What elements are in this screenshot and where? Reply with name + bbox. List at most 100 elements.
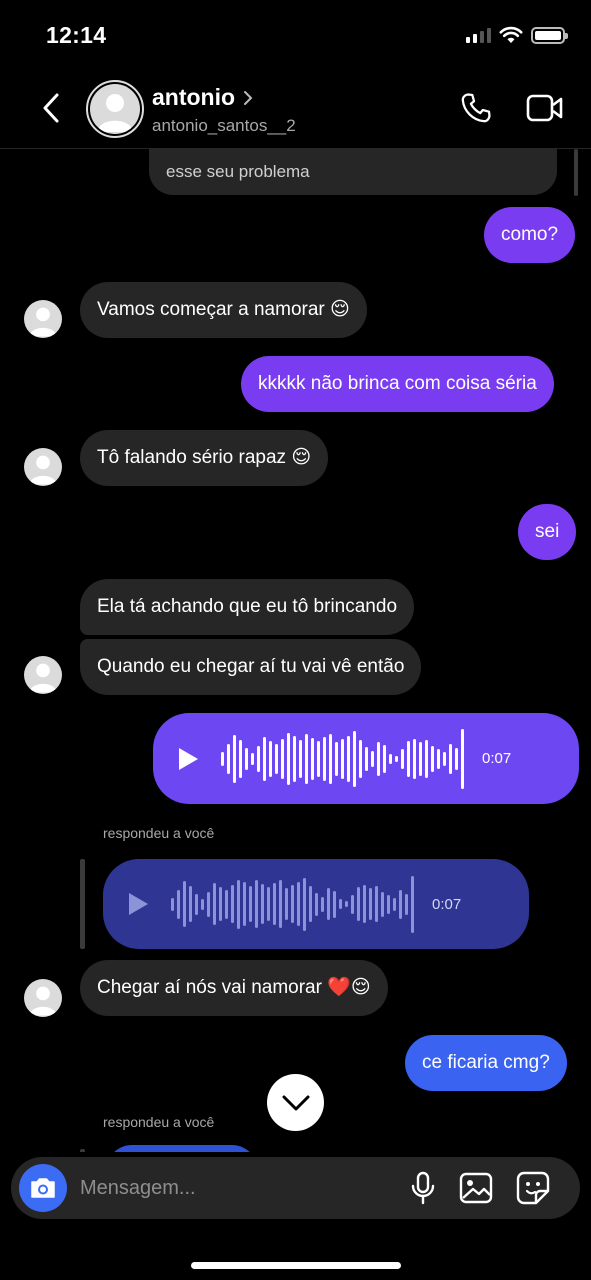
message-thread[interactable]: esse seu problema como? Vamos começar a …	[0, 149, 591, 1152]
waveform-bar	[263, 736, 266, 781]
voice-call-button[interactable]	[456, 88, 496, 128]
message-input[interactable]	[80, 1157, 380, 1219]
waveform-bar	[177, 889, 180, 919]
contact-username: antonio_santos__2	[152, 116, 296, 135]
quoted-voice-message[interactable]: 0:07	[103, 859, 529, 949]
waveform-bar	[359, 739, 362, 778]
waveform-bar	[389, 753, 392, 764]
message-incoming[interactable]: Quando eu chegar aí tu vai vê então	[80, 639, 422, 695]
waveform-bar	[183, 881, 186, 927]
play-button[interactable]	[173, 744, 203, 774]
play-button[interactable]	[123, 889, 153, 919]
sender-avatar	[24, 656, 62, 694]
waveform-bar	[357, 887, 360, 921]
waveform-bar	[419, 741, 422, 776]
waveform-bar	[351, 894, 354, 914]
phone-icon	[461, 93, 491, 123]
waveform-bar	[279, 880, 282, 928]
message-incoming[interactable]: Vamos começar a namorar 😌	[80, 282, 367, 338]
cellular-signal-icon	[466, 27, 491, 43]
waveform-bar	[333, 890, 336, 918]
replied-to-you-label: respondeu a você	[103, 825, 215, 841]
waveform-bar	[257, 745, 260, 772]
waveform-bar	[201, 898, 204, 910]
waveform-bar	[347, 735, 350, 782]
waveform-bar	[431, 745, 434, 772]
profile-avatar[interactable]	[86, 80, 144, 138]
waveform-bar	[239, 739, 242, 778]
waveform-bar	[227, 743, 230, 774]
voice-duration: 0:07	[432, 895, 462, 913]
waveform-bar	[345, 901, 348, 907]
waveform-bar	[309, 886, 312, 922]
home-indicator[interactable]	[191, 1262, 401, 1269]
message-incoming[interactable]: Tô falando sério rapaz 😌	[80, 430, 329, 486]
waveform-bar	[303, 877, 306, 931]
message-outgoing[interactable]: kkkkk não brinca com coisa séria	[241, 356, 554, 412]
audio-waveform[interactable]	[221, 728, 464, 789]
waveform-bar	[267, 887, 270, 921]
sender-avatar	[24, 448, 62, 486]
waveform-bar	[269, 740, 272, 777]
voice-record-button[interactable]	[406, 1171, 440, 1205]
waveform-bar	[317, 740, 320, 777]
waveform-bar	[207, 891, 210, 917]
waveform-bar	[315, 892, 318, 916]
waveform-bar	[407, 740, 410, 777]
waveform-bar	[281, 738, 284, 779]
waveform-bar	[189, 886, 192, 922]
waveform-bar	[341, 738, 344, 779]
message-incoming[interactable]: Chegar aí nós vai namorar ❤️😌	[80, 960, 388, 1016]
sticker-icon	[516, 1171, 550, 1205]
voice-duration: 0:07	[482, 750, 512, 767]
video-call-button[interactable]	[524, 88, 566, 128]
waveform-bar	[369, 888, 372, 920]
voice-message-outgoing[interactable]: 0:07	[153, 713, 579, 804]
waveform-bar	[237, 879, 240, 929]
waveform-bar	[245, 747, 248, 770]
default-avatar-icon	[90, 84, 140, 134]
waveform-bar	[285, 888, 288, 920]
waveform-bar	[437, 748, 440, 769]
waveform-bar	[249, 886, 252, 922]
waveform-bar	[393, 897, 396, 911]
sender-avatar	[24, 300, 62, 338]
message-outgoing[interactable]: como?	[484, 207, 576, 263]
camera-button[interactable]	[19, 1164, 67, 1212]
chevron-right-icon	[244, 90, 253, 105]
waveform-bar	[413, 738, 416, 779]
message-composer	[11, 1157, 580, 1219]
message-outgoing[interactable]: ce ficaria cmg?	[405, 1035, 567, 1091]
message-incoming[interactable]: Ela tá achando que eu tô brincando	[80, 579, 415, 635]
contact-name-text: antonio	[152, 84, 236, 110]
message-outgoing[interactable]: sei	[518, 504, 577, 560]
status-bar: 12:14	[0, 0, 591, 70]
waveform-bar	[383, 744, 386, 773]
waveform-bar	[251, 752, 254, 765]
message-incoming-partial[interactable]: esse seu problema	[149, 149, 557, 195]
contact-name[interactable]: antonio	[152, 84, 253, 111]
waveform-bar	[365, 746, 368, 771]
message-text: esse seu problema	[166, 162, 310, 181]
waveform-bar	[399, 889, 402, 919]
reply-indicator-bar	[80, 859, 85, 949]
scroll-to-bottom-button[interactable]	[267, 1074, 324, 1131]
chevron-left-icon	[43, 93, 59, 123]
gallery-button[interactable]	[459, 1171, 493, 1205]
sticker-button[interactable]	[516, 1171, 550, 1205]
waveform-bar	[461, 728, 464, 789]
waveform-bar	[171, 897, 174, 911]
replied-to-you-label: respondeu a você	[103, 1114, 215, 1130]
status-icons	[466, 26, 568, 44]
scrollbar[interactable]	[574, 149, 578, 196]
video-camera-icon	[526, 94, 563, 122]
camera-icon	[31, 1178, 55, 1198]
waveform-bar	[273, 883, 276, 925]
message-outgoing-partial[interactable]	[106, 1145, 258, 1152]
waveform-bar	[455, 747, 458, 770]
back-button[interactable]	[36, 88, 66, 128]
wifi-icon	[499, 26, 523, 43]
waveform-bar	[449, 743, 452, 774]
chat-header: antonio antonio_santos__2	[0, 70, 591, 149]
waveform-bar	[363, 885, 366, 923]
